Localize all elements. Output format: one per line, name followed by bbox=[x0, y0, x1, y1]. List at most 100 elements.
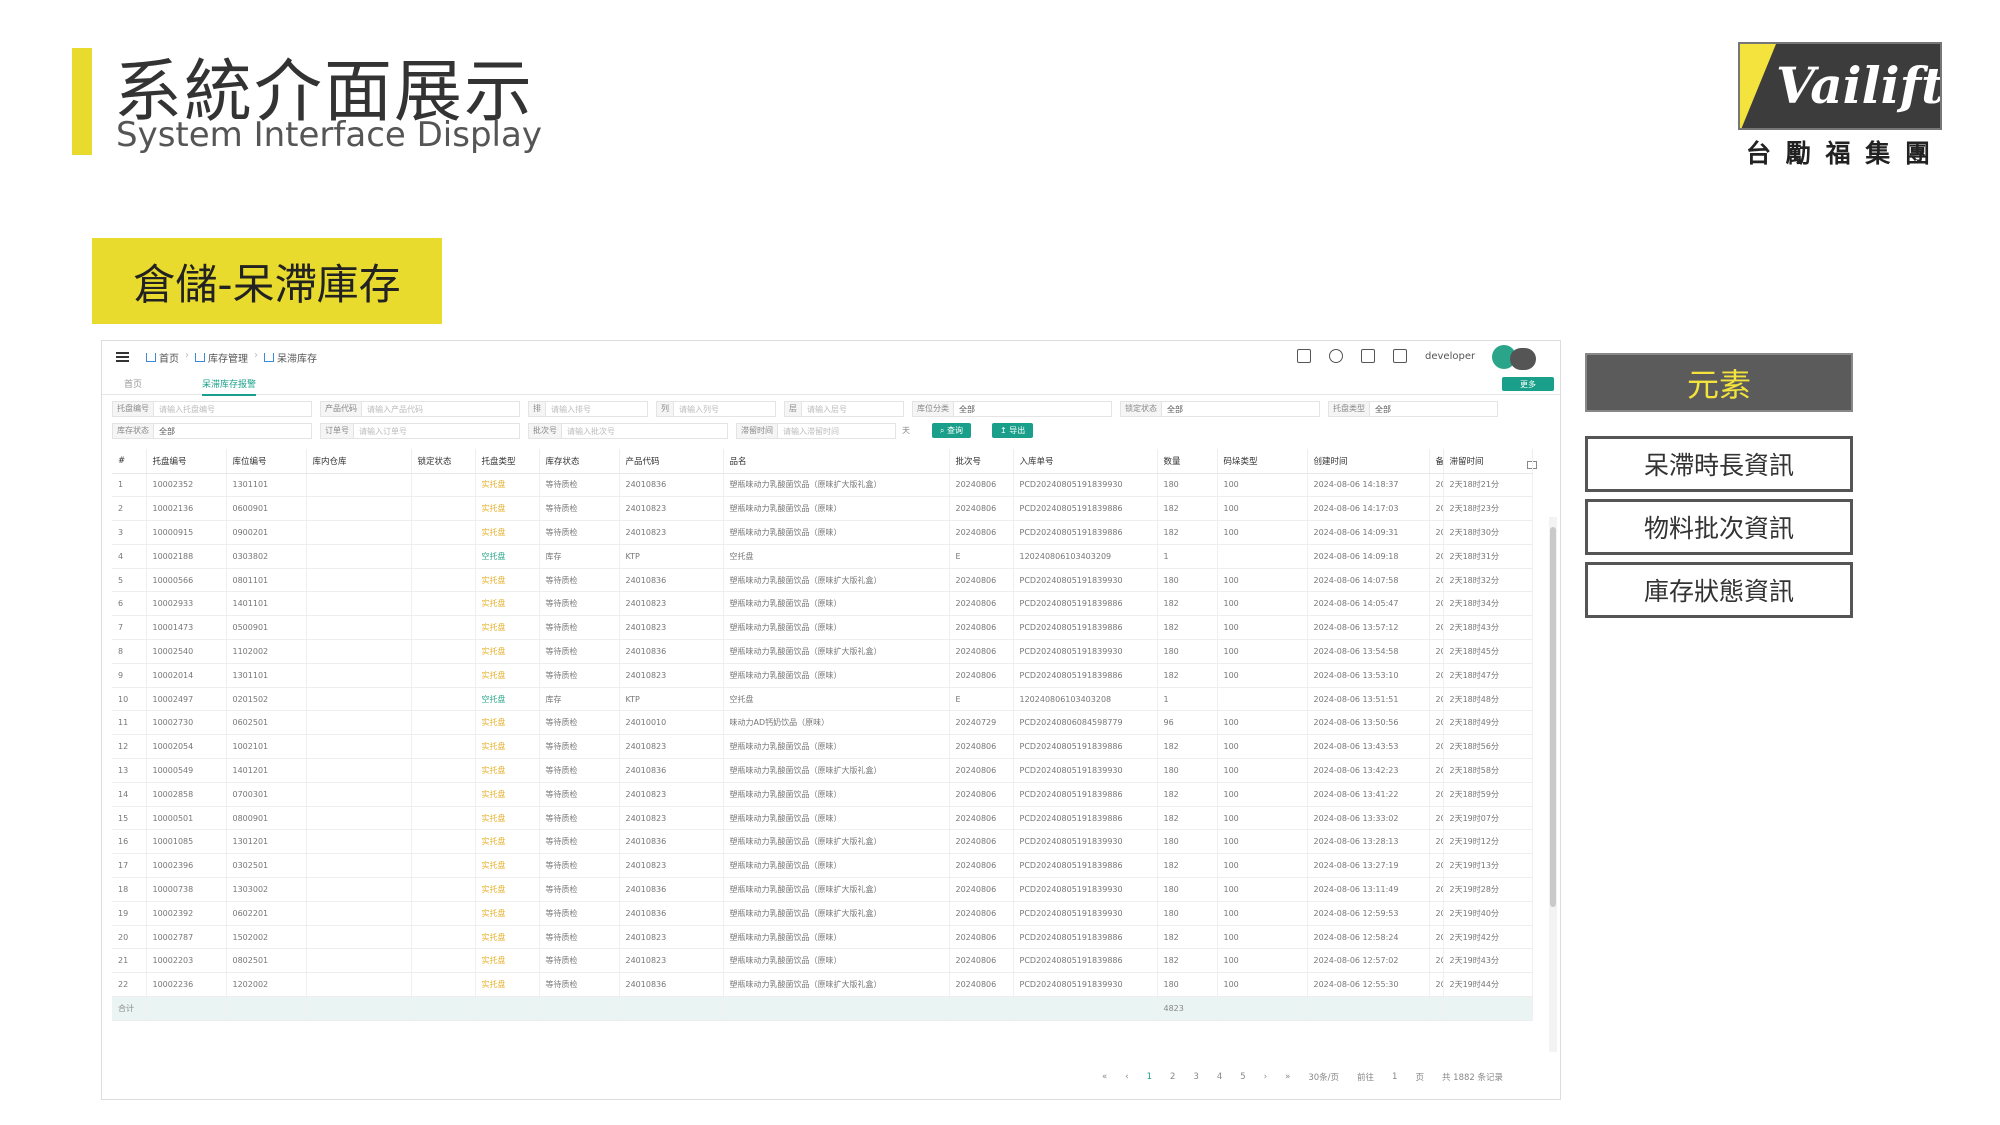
breadcrumb-home[interactable]: 首页 bbox=[146, 350, 179, 365]
elements-heading: 元素 bbox=[1585, 353, 1853, 412]
export-button[interactable]: ↥ 导出 bbox=[992, 423, 1034, 438]
search-icon[interactable] bbox=[1329, 349, 1343, 363]
page-number[interactable]: 5 bbox=[1240, 1072, 1245, 1082]
table-cell: 180 bbox=[1157, 473, 1218, 498]
table-cell: 2024-08-06 12:59:53 bbox=[1307, 901, 1430, 926]
column-header[interactable]: 托盘类型 bbox=[475, 449, 540, 474]
filter-column-no[interactable]: 列请输入列号 bbox=[656, 401, 776, 417]
column-header[interactable]: 备 bbox=[1429, 449, 1444, 474]
filter-tray-code[interactable]: 托盘编号 请输入托盘编号 bbox=[112, 401, 312, 417]
table-row[interactable]: 5 10000566 0801101 实托盘 等待质检 24010836 塑瓶味动力乳酸菌饮… bbox=[112, 568, 1533, 593]
table-row[interactable]: 20 10002787 1502002 实托盘 等待质检 24010823 塑瓶味动力乳酸菌… bbox=[112, 925, 1533, 950]
menu-toggle-icon[interactable] bbox=[116, 352, 129, 362]
table-row[interactable]: 22 10002236 1202002 实托盘 等待质检 24010836 塑瓶味动力乳酸菌… bbox=[112, 972, 1533, 998]
table-row[interactable]: 1 10002352 1301101 实托盘 等待质检 24010836 塑瓶味动力乳酸菌饮… bbox=[112, 473, 1533, 498]
page-unit-label: 页 bbox=[1415, 1073, 1424, 1083]
column-header[interactable]: 托盘编号 bbox=[146, 449, 227, 474]
breadcrumb: 首页 › 库存管理 › 呆滞库存 bbox=[146, 350, 317, 365]
filter-lock-status[interactable]: 锁定状态 全部 bbox=[1120, 401, 1320, 417]
goto-page-input[interactable]: 1 bbox=[1392, 1072, 1397, 1082]
section-badge: 倉儲-呆滯庫存 bbox=[92, 238, 442, 324]
first-page-icon[interactable]: « bbox=[1102, 1072, 1107, 1082]
table-row[interactable]: 19 10002392 0602201 实托盘 等待质检 24010836 塑瓶味动力乳酸菌… bbox=[112, 901, 1533, 926]
table-row[interactable]: 11 10002730 0602501 实托盘 等待质检 24010010 味动力AD钙奶饮… bbox=[112, 710, 1533, 736]
scroll-thumb[interactable] bbox=[1550, 527, 1556, 907]
table-row[interactable]: 9 10002014 1301101 实托盘 等待质检 24010823 塑瓶味动力乳酸菌饮… bbox=[112, 663, 1533, 688]
filter-tray-type[interactable]: 托盘类型 全部 bbox=[1328, 401, 1498, 417]
screenshot-capture-icon[interactable] bbox=[1510, 348, 1536, 370]
filter-level-no[interactable]: 层请输入层号 bbox=[784, 401, 904, 417]
filter-row-no[interactable]: 排请输入排号 bbox=[528, 401, 648, 417]
column-header[interactable]: 批次号 bbox=[949, 449, 1014, 474]
column-header[interactable]: 库存状态 bbox=[539, 449, 620, 474]
column-header[interactable]: 码垛类型 bbox=[1217, 449, 1308, 474]
table-row[interactable]: 18 10000738 1303002 实托盘 等待质检 24010836 塑瓶味动力乳酸菌… bbox=[112, 877, 1533, 902]
column-header[interactable]: 数量 bbox=[1157, 449, 1218, 474]
filter-batch-no[interactable]: 批次号 请输入批次号 bbox=[528, 423, 728, 439]
more-button[interactable]: 更多 bbox=[1502, 377, 1554, 391]
filter-location-type[interactable]: 库位分类 全部 bbox=[912, 401, 1112, 417]
column-header[interactable]: 库位编号 bbox=[226, 449, 307, 474]
filter-stock-status[interactable]: 库存状态 全部 bbox=[112, 423, 312, 439]
prev-page-icon[interactable]: ‹ bbox=[1125, 1072, 1128, 1082]
page-number[interactable]: 1 bbox=[1147, 1072, 1152, 1082]
vertical-scrollbar[interactable] bbox=[1549, 517, 1557, 1052]
logo-char: 勵 bbox=[1785, 139, 1815, 168]
table-row[interactable]: 16 10001085 1301201 实托盘 等待质检 24010836 塑瓶味动力乳酸菌… bbox=[112, 829, 1533, 855]
table-row[interactable]: 6 10002933 1401101 实托盘 等待质检 24010823 塑瓶味动力乳酸菌饮… bbox=[112, 591, 1533, 617]
tab-home[interactable]: 首页 bbox=[124, 377, 142, 390]
table-row[interactable]: 12 10002054 1002101 实托盘 等待质检 24010823 塑瓶味动力乳酸菌… bbox=[112, 734, 1533, 760]
column-header[interactable]: 库内仓库 bbox=[306, 449, 412, 474]
fullscreen-icon[interactable] bbox=[1393, 349, 1407, 363]
breadcrumb-inventory[interactable]: 库存管理 bbox=[195, 350, 248, 365]
table-row[interactable]: 4 10002188 0303802 空托盘 库存 KTP 空托盘 E 120240806103… bbox=[112, 544, 1533, 569]
table-row[interactable]: 8 10002540 1102002 实托盘 等待质检 24010836 塑瓶味动力乳酸菌饮… bbox=[112, 639, 1533, 664]
next-page-icon[interactable]: › bbox=[1264, 1072, 1267, 1082]
page-number[interactable]: 3 bbox=[1193, 1072, 1198, 1082]
translate-icon[interactable] bbox=[1297, 349, 1311, 363]
page-icon bbox=[264, 353, 274, 362]
user-name[interactable]: developer bbox=[1425, 351, 1475, 362]
table-cell: 20240806 bbox=[949, 782, 1014, 807]
table-row[interactable]: 15 10000501 0800901 实托盘 等待质检 24010823 塑瓶味动力乳酸菌… bbox=[112, 806, 1533, 831]
table-cell bbox=[306, 568, 412, 593]
column-header[interactable]: 品名 bbox=[723, 449, 950, 474]
table-row[interactable]: 10 10002497 0201502 空托盘 库存 KTP 空托盘 E 12024080610… bbox=[112, 687, 1533, 712]
filter-stagnant-time[interactable]: 滞留时间 请输入滞留时间 bbox=[736, 423, 896, 439]
column-header[interactable]: 入库单号 bbox=[1013, 449, 1158, 474]
page-number[interactable]: 4 bbox=[1217, 1072, 1222, 1082]
last-page-icon[interactable]: » bbox=[1285, 1072, 1290, 1082]
table-cell bbox=[1307, 996, 1430, 1021]
column-header[interactable]: 产品代码 bbox=[619, 449, 724, 474]
table-cell: 20 bbox=[1429, 473, 1444, 498]
table-cell: 10000566 bbox=[146, 568, 227, 593]
table-row[interactable]: 13 10000549 1401201 实托盘 等待质检 24010836 塑瓶味动力乳酸菌… bbox=[112, 758, 1533, 783]
table-row[interactable]: 3 10000915 0900201 实托盘 等待质检 24010823 塑瓶味动力乳酸菌饮… bbox=[112, 520, 1533, 545]
search-button[interactable]: ⌕ 查询 bbox=[932, 423, 972, 438]
table-cell: 24010823 bbox=[619, 925, 724, 950]
page-size-select[interactable]: 30条/页 bbox=[1308, 1071, 1339, 1083]
table-row[interactable]: 17 10002396 0302501 实托盘 等待质检 24010823 塑瓶味动力乳酸菌… bbox=[112, 853, 1533, 879]
table-body: 1 10002352 1301101 实托盘 等待质检 24010836 塑瓶味动力乳酸菌饮… bbox=[112, 473, 1533, 1021]
table-cell: 20 bbox=[1429, 758, 1444, 783]
table-row[interactable]: 2 10002136 0600901 实托盘 等待质检 24010823 塑瓶味动力乳酸菌饮… bbox=[112, 496, 1533, 522]
page-number[interactable]: 2 bbox=[1170, 1072, 1175, 1082]
column-header[interactable]: 锁定状态 bbox=[411, 449, 476, 474]
column-header[interactable]: 创建时间 bbox=[1307, 449, 1430, 474]
filter-order-no[interactable]: 订单号 请输入订单号 bbox=[320, 423, 520, 439]
table-row[interactable]: 7 10001473 0500901 实托盘 等待质检 24010823 塑瓶味动力乳酸菌饮… bbox=[112, 615, 1533, 641]
tab-stagnant-alert[interactable]: 呆滞库存报警 bbox=[202, 377, 257, 396]
table-cell: 1401101 bbox=[226, 591, 307, 617]
table-cell: 实托盘 bbox=[475, 734, 540, 760]
table-row[interactable]: 14 10002858 0700301 实托盘 等待质检 24010823 塑瓶味动力乳酸菌… bbox=[112, 782, 1533, 807]
table-row[interactable]: 21 10002203 0802501 实托盘 等待质检 24010823 塑瓶味动力乳酸菌… bbox=[112, 948, 1533, 974]
table-cell: 24010823 bbox=[619, 734, 724, 760]
filter-product-code[interactable]: 产品代码 请输入产品代码 bbox=[320, 401, 520, 417]
table-cell: 24010836 bbox=[619, 568, 724, 593]
table-cell: 塑瓶味动力乳酸菌饮品（原味） bbox=[723, 591, 950, 617]
table-cell: 1002101 bbox=[226, 734, 307, 760]
table-cell: 20240806 bbox=[949, 948, 1014, 974]
shirt-theme-icon[interactable] bbox=[1361, 349, 1375, 363]
column-header[interactable]: 滞留时间 bbox=[1443, 449, 1533, 474]
column-header[interactable]: # bbox=[112, 449, 147, 474]
